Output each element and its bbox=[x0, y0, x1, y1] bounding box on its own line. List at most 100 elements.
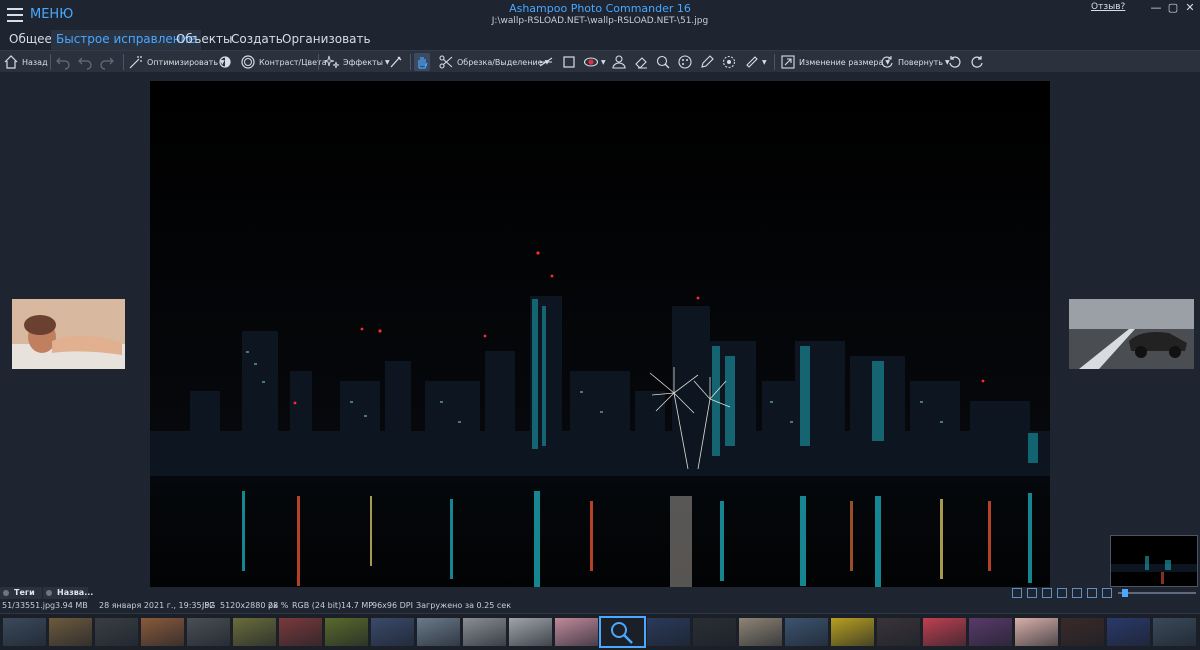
status-date: 28 января 2021 г., 19:35:52 bbox=[99, 601, 215, 610]
resize-button[interactable]: Изменение размера ▼ bbox=[780, 53, 890, 71]
filmstrip-thumbnail[interactable] bbox=[739, 618, 782, 646]
effects-button[interactable]: Эффекты ▼ bbox=[324, 53, 390, 71]
star-icon[interactable] bbox=[1012, 588, 1022, 598]
status-position: 51/335 bbox=[2, 601, 31, 610]
dropdown-arrow-icon: ▼ bbox=[601, 58, 606, 66]
filmstrip-thumbnail[interactable] bbox=[923, 618, 966, 646]
person-icon bbox=[612, 55, 626, 69]
tab-general[interactable]: Общее bbox=[4, 30, 57, 50]
filmstrip-thumbnail[interactable] bbox=[49, 618, 92, 646]
rotate-right-button[interactable] bbox=[969, 53, 985, 71]
separator bbox=[318, 54, 319, 70]
title-bar: МЕНЮ Ashampoo Photo Commander 16 J:\wall… bbox=[0, 0, 1200, 30]
rotate-left-button[interactable] bbox=[947, 53, 963, 71]
status-filename: 51.jpg bbox=[30, 601, 56, 610]
eraser-button[interactable] bbox=[633, 53, 649, 71]
monitor-icon[interactable] bbox=[1102, 588, 1112, 598]
filmstrip-thumbnail[interactable] bbox=[1153, 618, 1196, 646]
filmstrip-thumbnail[interactable] bbox=[555, 618, 598, 646]
filmstrip-thumbnail[interactable] bbox=[647, 618, 690, 646]
undo-all-icon bbox=[78, 57, 92, 70]
minimize-icon[interactable]: — bbox=[1149, 1, 1163, 15]
separator bbox=[123, 54, 124, 70]
redo-button[interactable] bbox=[99, 53, 115, 71]
scissors-icon bbox=[439, 55, 453, 69]
color-palette-button[interactable] bbox=[677, 53, 693, 71]
red-eye-button[interactable]: ▼ bbox=[583, 53, 606, 71]
optimize-button[interactable]: Оптимизировать ▼ bbox=[128, 53, 225, 71]
bandage-button[interactable]: ▼ bbox=[744, 53, 767, 71]
next-image-thumbnail[interactable] bbox=[1069, 299, 1194, 369]
rotate-icon bbox=[881, 56, 893, 68]
contrast-colors-button[interactable]: Контраст/Цвета bbox=[240, 53, 327, 71]
brightness-button[interactable] bbox=[217, 53, 233, 71]
filmstrip-thumbnail[interactable] bbox=[417, 618, 460, 646]
filmstrip-thumbnail[interactable] bbox=[969, 618, 1012, 646]
filmstrip-thumbnail[interactable] bbox=[1061, 618, 1104, 646]
contrast-icon bbox=[241, 55, 255, 69]
grid-view-icon[interactable] bbox=[1027, 588, 1037, 598]
zoom-slider-handle[interactable] bbox=[1121, 589, 1128, 597]
filmstrip-thumbnail[interactable] bbox=[831, 618, 874, 646]
red-eye-icon bbox=[583, 57, 599, 67]
pen-icon bbox=[701, 55, 714, 68]
magic-wand-icon bbox=[129, 56, 142, 69]
rotate-label: Повернуть bbox=[898, 57, 943, 67]
filmstrip-thumbnail[interactable] bbox=[325, 618, 368, 646]
frame-icon bbox=[563, 56, 575, 68]
filmstrip bbox=[0, 613, 1200, 650]
previous-image-thumbnail[interactable] bbox=[12, 299, 125, 369]
compare-view-icon[interactable] bbox=[1072, 588, 1082, 598]
clone-stamp-icon bbox=[656, 55, 670, 69]
filmstrip-thumbnail[interactable] bbox=[599, 616, 646, 648]
effects-label: Эффекты bbox=[343, 57, 383, 67]
hamburger-menu-icon[interactable] bbox=[7, 8, 23, 22]
status-megapixels: 14.7 MP bbox=[341, 601, 374, 610]
filmstrip-thumbnail[interactable] bbox=[877, 618, 920, 646]
undo-button[interactable] bbox=[55, 53, 71, 71]
split-view-icon[interactable] bbox=[1057, 588, 1067, 598]
filmstrip-thumbnail[interactable] bbox=[1015, 618, 1058, 646]
filmstrip-thumbnail[interactable] bbox=[279, 618, 322, 646]
name-panel-tab[interactable]: Назва... bbox=[43, 587, 93, 599]
back-button[interactable]: Назад bbox=[3, 53, 48, 71]
fit-screen-icon[interactable] bbox=[1087, 588, 1097, 598]
clone-button[interactable] bbox=[655, 53, 671, 71]
filmstrip-thumbnail[interactable] bbox=[233, 618, 276, 646]
filmstrip-thumbnail[interactable] bbox=[141, 618, 184, 646]
straighten-button[interactable] bbox=[538, 53, 554, 71]
tags-panel-tab[interactable]: Теги bbox=[0, 587, 42, 599]
portrait-button[interactable] bbox=[611, 53, 627, 71]
filmstrip-thumbnail[interactable] bbox=[785, 618, 828, 646]
rotate-button[interactable]: Повернуть ▼ bbox=[879, 53, 950, 71]
zoom-slider[interactable] bbox=[1118, 592, 1196, 594]
status-colormode: RGB (24 bit) bbox=[292, 601, 342, 610]
filmstrip-thumbnail[interactable] bbox=[693, 618, 736, 646]
filmstrip-thumbnail[interactable] bbox=[371, 618, 414, 646]
hand-tool-button[interactable] bbox=[414, 53, 430, 71]
text-button[interactable] bbox=[699, 53, 715, 71]
maximize-icon[interactable]: ▢ bbox=[1166, 1, 1180, 15]
filmstrip-thumbnail[interactable] bbox=[187, 618, 230, 646]
frame-button[interactable] bbox=[561, 53, 577, 71]
focus-button[interactable] bbox=[721, 53, 737, 71]
feedback-link[interactable]: Отзыв? bbox=[1091, 2, 1125, 12]
crop-selection-button[interactable]: Обрезка/Выделение ▼ bbox=[438, 53, 549, 71]
filmstrip-thumbnail[interactable] bbox=[3, 618, 46, 646]
filmstrip-thumbnail[interactable] bbox=[509, 618, 552, 646]
close-icon[interactable]: ✕ bbox=[1183, 1, 1197, 15]
optimize-label: Оптимизировать bbox=[147, 57, 219, 67]
list-view-icon[interactable] bbox=[1042, 588, 1052, 598]
undo-all-button[interactable] bbox=[77, 53, 93, 71]
separator bbox=[774, 54, 775, 70]
navigator-preview[interactable] bbox=[1110, 535, 1198, 587]
filmstrip-thumbnail[interactable] bbox=[463, 618, 506, 646]
tab-organize[interactable]: Организовать bbox=[277, 30, 376, 50]
menu-button[interactable]: МЕНЮ bbox=[30, 7, 73, 22]
rotate-left-icon bbox=[949, 56, 961, 68]
filmstrip-thumbnail[interactable] bbox=[95, 618, 138, 646]
city-night-skyline-photo bbox=[150, 81, 1050, 587]
brush-button[interactable] bbox=[388, 53, 404, 71]
main-photo[interactable] bbox=[150, 81, 1050, 587]
filmstrip-thumbnail[interactable] bbox=[1107, 618, 1150, 646]
